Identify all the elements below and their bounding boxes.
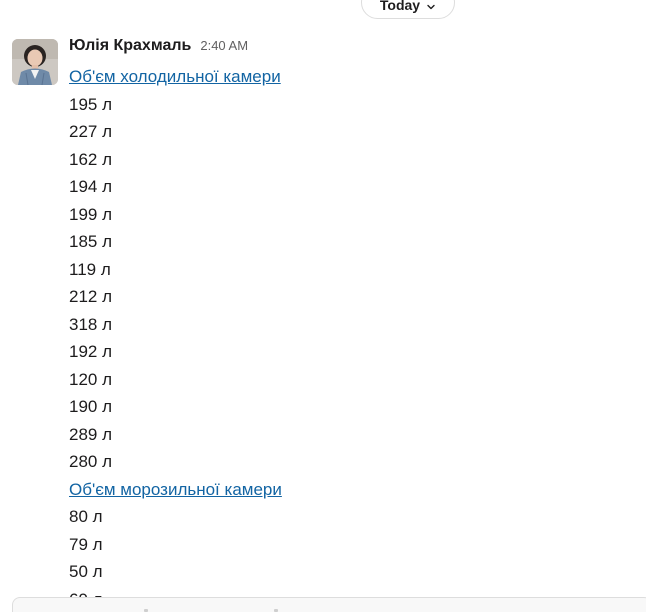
chevron-down-icon	[426, 0, 436, 9]
message-line: 162 л	[69, 149, 113, 169]
message-line: 318 л	[69, 314, 113, 334]
sender-name[interactable]: Юлія Крахмаль	[69, 37, 191, 55]
message-line: 120 л	[69, 369, 113, 389]
message-line: 195 л	[69, 94, 113, 114]
message-line: 79 л	[69, 534, 103, 554]
message-line: 280 л	[69, 452, 113, 471]
message-line: 119 л	[69, 259, 111, 279]
message-line: 190 л	[69, 397, 113, 416]
day-divider-label: Today	[379, 0, 421, 13]
message-line: 194 л	[69, 177, 113, 196]
message-link[interactable]: Об'єм холодильної камери	[69, 63, 629, 91]
message-link[interactable]: Об'єм морозильної камери	[69, 476, 629, 504]
message-line: 80 л	[69, 507, 103, 526]
message-body: Юлія Крахмаль 2:40 AM Об'єм холодильної …	[69, 36, 629, 612]
message-line: 227 л	[69, 122, 113, 141]
avatar[interactable]	[12, 39, 58, 85]
message-line: 289 л	[69, 424, 113, 444]
message-line: 185 л	[69, 232, 113, 251]
slack-channel-view: Today Юлія Крахмаль 2:40 AM Об'єм холоди…	[0, 0, 646, 612]
message-header: Юлія Крахмаль 2:40 AM	[69, 36, 629, 63]
message-timestamp[interactable]: 2:40 AM	[200, 38, 248, 53]
day-divider-button[interactable]: Today	[361, 0, 455, 19]
message-composer[interactable]	[12, 597, 646, 612]
message-line: 199 л	[69, 204, 113, 224]
message-line: 50 л	[69, 562, 103, 581]
message-line: 212 л	[69, 287, 113, 306]
message-line: 192 л	[69, 342, 113, 361]
day-divider: Today	[0, 0, 646, 20]
message-lines: Об'єм холодильної камери 195 л 227 л 162 л 1…	[69, 63, 629, 612]
